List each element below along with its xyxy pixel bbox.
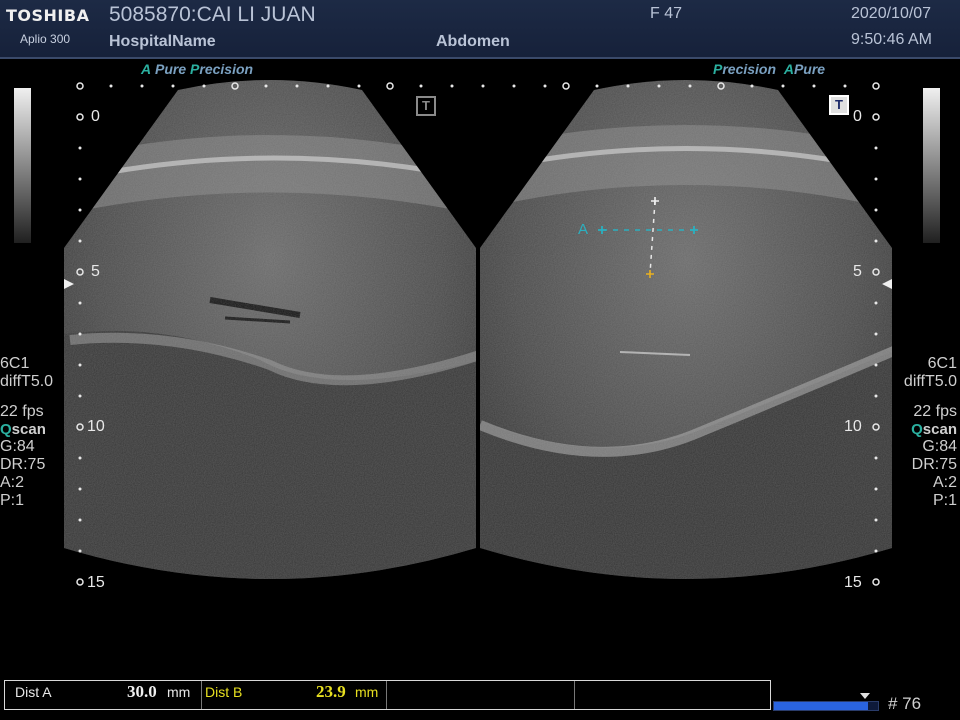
cine-progress-bar[interactable]: [773, 701, 879, 711]
fps-label: 22 fps: [0, 403, 44, 420]
probe-label: 6C1: [927, 355, 957, 372]
dist-b-unit: mm: [355, 684, 379, 700]
dist-b-label: Dist B: [205, 684, 243, 700]
right-depth-label: 5: [853, 263, 862, 280]
left-mode-label: A Pure Precision: [141, 61, 254, 77]
caliper-a-label: A: [578, 221, 589, 238]
right-parameters: 6C1 diffT5.0 22 fps Qscan G:84 DR:75 A:2…: [887, 355, 957, 510]
preset-label: diffT5.0: [0, 373, 54, 390]
dynamic-range-label: DR:75: [911, 456, 957, 473]
right-grayscale-bar: [923, 88, 940, 243]
frame-count: # 76: [888, 694, 922, 713]
left-orientation-marker[interactable]: T: [416, 96, 436, 116]
left-image-sector: [64, 80, 476, 579]
measurement-cell-empty: [574, 681, 770, 709]
a-label: A:2: [0, 474, 25, 491]
dist-b-value: 23.9: [316, 682, 346, 701]
p-label: P:1: [932, 492, 957, 509]
left-depth-label: 10: [87, 418, 105, 435]
right-orientation-marker[interactable]: T: [829, 95, 849, 115]
fps-label: 22 fps: [913, 403, 957, 420]
dist-a-value: 30.0: [127, 682, 157, 701]
gain-label: G:84: [0, 438, 35, 455]
ultrasound-screen: { "header": { "brand": "TOSHIBA", "model…: [0, 0, 960, 720]
qscan-label: Qscan: [911, 421, 957, 438]
left-grayscale-bar: [14, 88, 31, 243]
probe-label: 6C1: [0, 355, 30, 372]
dist-a-label: Dist A: [15, 684, 52, 700]
measurement-cell-empty: [386, 681, 575, 709]
a-label: A:2: [932, 474, 957, 491]
left-depth-label: 5: [91, 263, 100, 280]
p-label: P:1: [0, 492, 25, 509]
right-mode-label: Precision APure: [713, 61, 826, 77]
left-depth-label: 0: [91, 108, 100, 125]
dynamic-range-label: DR:75: [0, 456, 46, 473]
ultrasound-images: [64, 80, 892, 586]
preset-label: diffT5.0: [903, 373, 957, 390]
cine-position-marker[interactable]: [860, 693, 870, 699]
qscan-label: Qscan: [0, 421, 46, 438]
right-depth-label: 15: [844, 574, 862, 591]
right-depth-label: 0: [853, 108, 862, 125]
measurement-cell-a[interactable]: Dist A 30.0 mm: [5, 681, 202, 709]
dist-a-unit: mm: [167, 684, 191, 700]
left-depth-label: 15: [87, 574, 105, 591]
measurement-cell-b[interactable]: Dist B 23.9 mm: [201, 681, 387, 709]
left-parameters: 6C1 diffT5.0 22 fps Qscan G:84 DR:75 A:2…: [0, 355, 70, 510]
right-depth-label: 10: [844, 418, 862, 435]
gain-label: G:84: [922, 438, 957, 455]
right-image-sector: [480, 80, 892, 579]
cine-progress-fill: [774, 702, 868, 710]
measurement-bar: Dist A 30.0 mm Dist B 23.9 mm: [4, 680, 771, 710]
